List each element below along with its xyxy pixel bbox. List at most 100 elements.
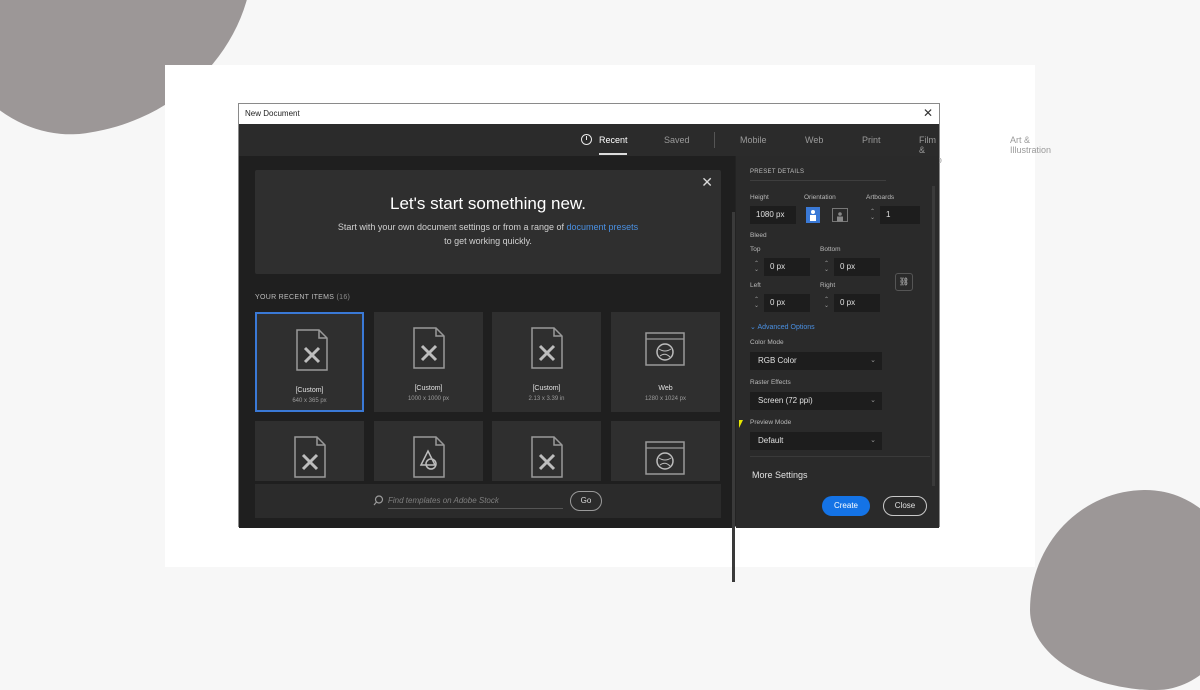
advanced-options-toggle[interactable]: ⌄ Advanced Options [750,323,815,331]
bleed-top-field[interactable]: 0 px [764,258,810,276]
chevron-down-icon: ⌄ [870,437,876,444]
create-button[interactable]: Create [822,496,870,516]
top-label: Top [750,246,761,253]
recent-item-card[interactable]: [Custom] 640 x 365 px [255,312,364,412]
tab-divider [714,132,715,148]
close-button[interactable]: Close [883,496,927,516]
pen-document-icon [531,436,563,478]
web-globe-icon [645,441,685,475]
artboards-stepper-icon[interactable]: ⌃ ⌄ [870,209,875,221]
bleed-bottom-field[interactable]: 0 px [834,258,880,276]
advanced-options-label: Advanced Options [757,324,815,331]
preview-mode-value: Default [758,436,784,445]
recent-item-name: [Custom] [532,385,561,392]
pen-document-icon [531,327,563,369]
web-globe-icon [645,332,685,366]
recent-item-size: 1000 x 1000 px [407,396,450,402]
recent-items-header: YOUR RECENT ITEMS (16) [255,294,350,301]
bottom-stepper-icon[interactable]: ⌃ ⌄ [824,261,829,273]
pen-document-icon [294,436,326,478]
artboards-label: Artboards [866,194,895,201]
go-button[interactable]: Go [570,491,602,511]
mouse-cursor-icon [739,420,743,428]
chevron-down-icon: ⌄ [870,397,876,404]
tab-mobile[interactable]: Mobile [740,135,767,145]
recent-items-title: YOUR RECENT ITEMS [255,294,335,301]
close-icon[interactable]: ✕ [923,106,933,120]
preset-details-header: PRESET DETAILS [750,169,805,175]
recent-item-size: 1280 x 1024 px [644,396,687,402]
divider [750,180,886,181]
pen-document-icon [296,329,328,371]
tab-recent[interactable]: Recent [599,135,628,145]
preview-mode-label: Preview Mode [750,419,792,426]
decorative-blob-bottom-right [1030,490,1200,690]
close-icon[interactable]: ✕ [701,174,713,191]
artboards-field[interactable]: 1 [880,206,920,224]
welcome-title: Let's start something new. [389,194,586,213]
new-document-dialog: New Document ✕ Recent Saved Mobile Web P… [238,103,1051,582]
color-mode-label: Color Mode [750,339,784,346]
raster-effects-select[interactable]: Screen (72 ppi) ⌄ [750,392,882,410]
top-stepper-icon[interactable]: ⌃ ⌄ [754,261,759,273]
left-stepper-icon[interactable]: ⌃ ⌄ [754,297,759,309]
document-presets-link[interactable]: document presets [567,222,639,232]
recent-item-name: Web [658,385,673,392]
scrollbar[interactable] [932,186,935,486]
recent-item-card[interactable]: Web 1280 x 1024 px [611,312,720,412]
raster-effects-value: Screen (72 ppi) [758,396,813,405]
recent-item-card[interactable] [255,421,364,481]
shapes-document-icon [413,436,445,478]
search-input[interactable]: Find templates on Adobe Stock [388,496,499,505]
title-bar: New Document ✕ [239,104,939,125]
search-icon [373,495,384,506]
clock-icon [581,134,592,145]
height-label: Height [750,194,769,201]
main-panel: ✕ Let's start something new. Start with … [239,156,735,582]
color-mode-value: RGB Color [758,356,797,365]
tab-saved[interactable]: Saved [664,135,690,145]
welcome-text-line2: to get working quickly. [444,236,532,246]
tab-art-illustration[interactable]: Art & Illustration [1010,135,1051,155]
recent-item-card[interactable] [374,421,483,481]
left-label: Left [750,282,761,289]
bleed-left-field[interactable]: 0 px [764,294,810,312]
color-mode-select[interactable]: RGB Color ⌄ [750,352,882,370]
landscape-orientation-button[interactable] [832,208,848,222]
bleed-right-field[interactable]: 0 px [834,294,880,312]
preview-mode-select[interactable]: Default ⌄ [750,432,882,450]
height-field[interactable]: 1080 px [750,206,796,224]
link-icon[interactable]: ⛓ [895,273,913,291]
recent-item-card[interactable]: [Custom] 1000 x 1000 px [374,312,483,412]
window-title: New Document [245,109,300,118]
active-tab-indicator [599,153,627,155]
template-search-bar: Find templates on Adobe Stock Go [255,484,721,518]
recent-item-card[interactable] [492,421,601,481]
bleed-label: Bleed [750,232,767,239]
more-settings-button[interactable]: More Settings [752,470,808,480]
orientation-label: Orientation [804,194,836,201]
scrollbar[interactable] [732,212,735,582]
tab-print[interactable]: Print [862,135,881,145]
portrait-orientation-button[interactable] [806,207,820,223]
recent-item-size: 640 x 365 px [292,398,327,404]
right-label: Right [820,282,836,289]
portrait-icon [810,210,816,221]
search-underline [388,508,563,509]
divider [750,456,930,457]
recent-item-name: [Custom] [295,387,324,394]
recent-item-name: [Custom] [414,385,443,392]
right-stepper-icon[interactable]: ⌃ ⌄ [824,297,829,309]
pen-document-icon [413,327,445,369]
recent-item-card[interactable] [611,421,720,481]
preset-details-panel: PRESET DETAILS Height 1080 px Orientatio… [736,156,939,528]
recent-item-card[interactable]: [Custom] 2.13 x 3.39 in [492,312,601,412]
welcome-banner: ✕ Let's start something new. Start with … [255,170,721,274]
bottom-label: Bottom [820,246,841,253]
raster-effects-label: Raster Effects [750,379,791,386]
landscape-icon [837,212,843,222]
recent-items-count: (16) [336,294,351,301]
welcome-text: Start with your own document settings or… [255,222,721,232]
tab-web[interactable]: Web [805,135,823,145]
chevron-down-icon: ⌄ [870,357,876,364]
